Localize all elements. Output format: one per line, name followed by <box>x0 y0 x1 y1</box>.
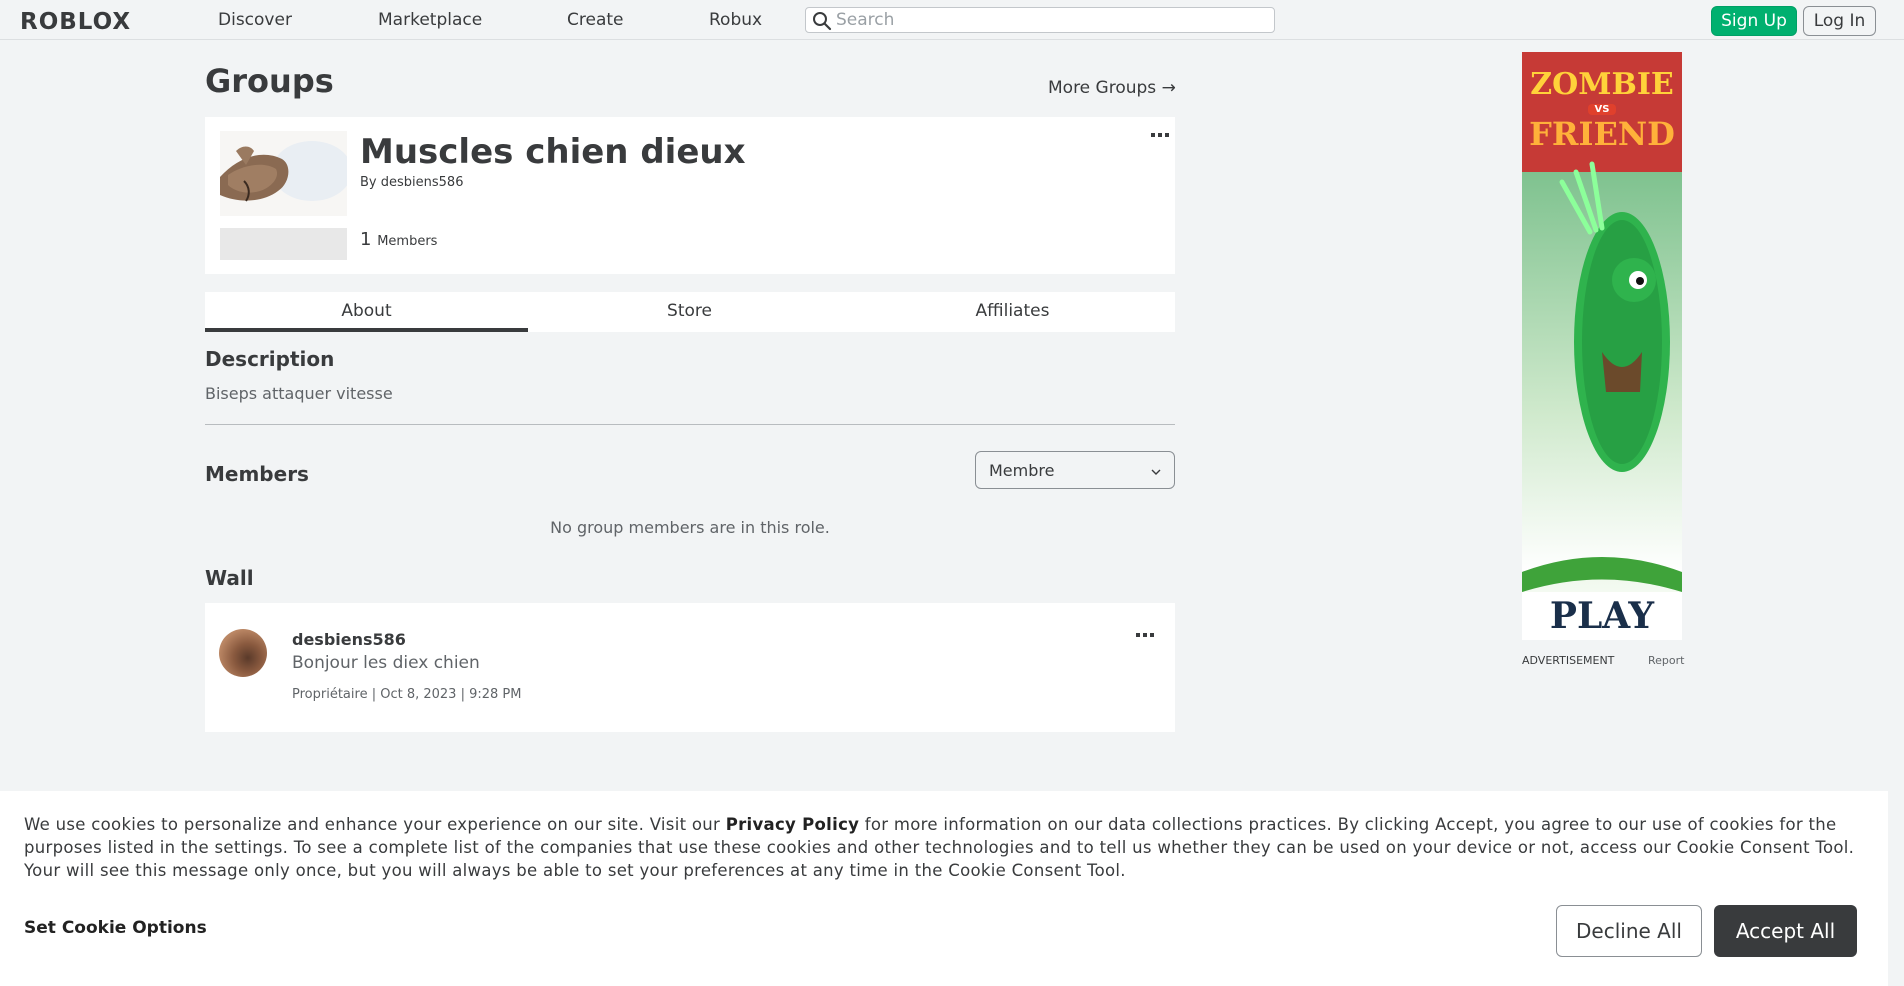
nav-robux[interactable]: Robux <box>709 10 762 30</box>
emblem-placeholder-bar <box>220 228 347 260</box>
group-header-card: Muscles chien dieux By desbiens586 1 Mem… <box>205 117 1175 274</box>
advertisement-label: ADVERTISEMENT <box>1522 654 1615 667</box>
search-icon[interactable] <box>812 11 832 35</box>
cookie-message: We use cookies to personalize and enhanc… <box>24 813 1864 882</box>
group-tabs: About Store Affiliates <box>205 292 1175 332</box>
post-author-link[interactable]: desbiens586 <box>292 630 406 649</box>
description-heading: Description <box>205 347 335 371</box>
advertisement-banner[interactable]: ZOMBIE VS FRIEND PLAY <box>1522 52 1682 640</box>
group-more-dots-icon[interactable] <box>1150 127 1170 143</box>
privacy-policy-link[interactable]: Privacy Policy <box>726 815 860 834</box>
decline-all-button[interactable]: Decline All <box>1556 905 1702 957</box>
search-box <box>805 7 1275 33</box>
description-text: Biseps attaquer vitesse <box>205 384 393 403</box>
nav-create[interactable]: Create <box>567 10 624 30</box>
search-input[interactable] <box>836 9 1266 31</box>
ad-headline-vs: VS <box>1588 104 1616 115</box>
group-owner-link[interactable]: desbiens586 <box>381 175 464 190</box>
log-in-button[interactable]: Log In <box>1803 6 1876 36</box>
accept-all-button[interactable]: Accept All <box>1714 905 1857 957</box>
ad-play-cta[interactable]: PLAY <box>1522 598 1682 634</box>
tab-about[interactable]: About <box>205 292 528 332</box>
wall-heading: Wall <box>205 566 254 590</box>
top-navigation-bar: ROBLOX Discover Marketplace Create Robux… <box>0 0 1904 40</box>
group-emblem-image <box>220 131 347 216</box>
group-owner-line: By desbiens586 <box>360 175 463 190</box>
post-meta: Propriétaire | Oct 8, 2023 | 9:28 PM <box>292 687 522 702</box>
tab-store[interactable]: Store <box>528 292 851 332</box>
tab-affiliates[interactable]: Affiliates <box>851 292 1174 332</box>
ad-headline-bottom: FRIEND <box>1529 115 1675 153</box>
more-groups-link[interactable]: More Groups → <box>1048 78 1176 98</box>
avatar[interactable] <box>219 629 267 677</box>
section-divider <box>205 424 1175 425</box>
post-more-dots-icon[interactable] <box>1135 627 1155 643</box>
sign-up-button[interactable]: Sign Up <box>1711 6 1797 36</box>
member-count-value: 1 <box>360 229 372 250</box>
chevron-down-icon <box>1150 463 1162 482</box>
by-prefix: By <box>360 175 377 190</box>
page-title: Groups <box>205 62 334 100</box>
roblox-logo[interactable]: ROBLOX <box>20 9 131 35</box>
members-empty-state: No group members are in this role. <box>550 518 830 537</box>
member-count-label: Members <box>377 234 438 249</box>
scrollbar-track[interactable] <box>1888 40 1904 986</box>
nav-marketplace[interactable]: Marketplace <box>378 10 482 30</box>
cookie-consent-banner: We use cookies to personalize and enhanc… <box>0 791 1888 986</box>
ad-headline-top: ZOMBIE <box>1530 67 1674 102</box>
nav-discover[interactable]: Discover <box>218 10 292 30</box>
group-name: Muscles chien dieux <box>360 132 746 172</box>
members-heading: Members <box>205 462 309 486</box>
wall-post: desbiens586 Bonjour les diex chien Propr… <box>205 603 1175 732</box>
cookie-text-before: We use cookies to personalize and enhanc… <box>24 815 721 834</box>
set-cookie-options-link[interactable]: Set Cookie Options <box>24 918 207 938</box>
ad-report-link[interactable]: Report <box>1648 654 1684 667</box>
post-body: Bonjour les diex chien <box>292 653 480 673</box>
group-member-count: 1 Members <box>360 229 437 250</box>
role-dropdown-value: Membre <box>989 461 1055 480</box>
role-dropdown[interactable]: Membre <box>975 451 1175 489</box>
